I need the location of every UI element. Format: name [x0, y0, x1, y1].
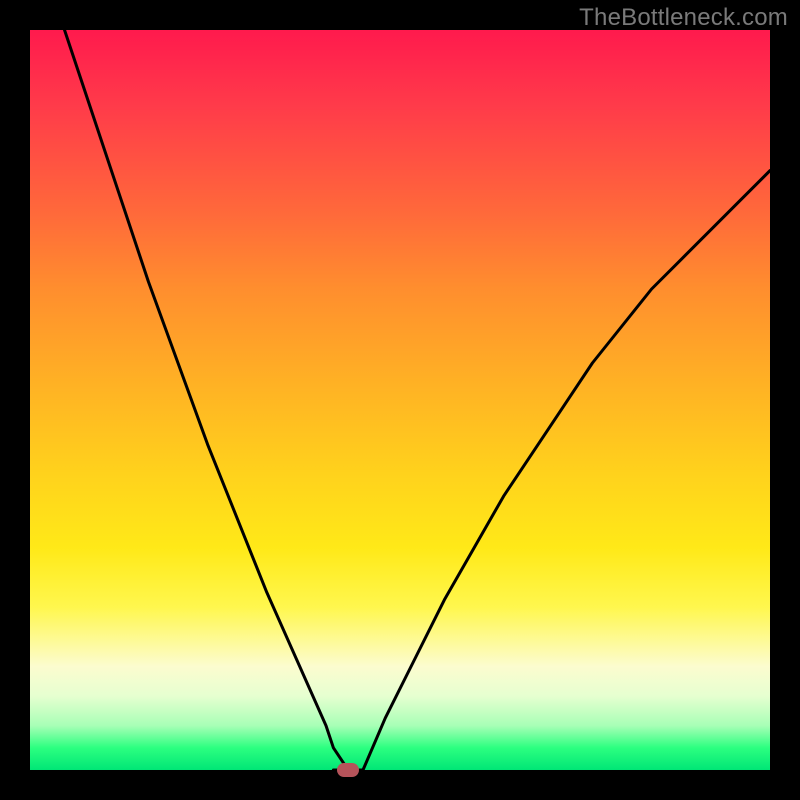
plot-area — [30, 30, 770, 770]
curve-path — [30, 30, 770, 770]
minimum-marker — [337, 763, 359, 777]
watermark-text: TheBottleneck.com — [579, 4, 788, 32]
bottleneck-curve — [30, 30, 770, 770]
chart-frame: TheBottleneck.com — [0, 0, 800, 800]
